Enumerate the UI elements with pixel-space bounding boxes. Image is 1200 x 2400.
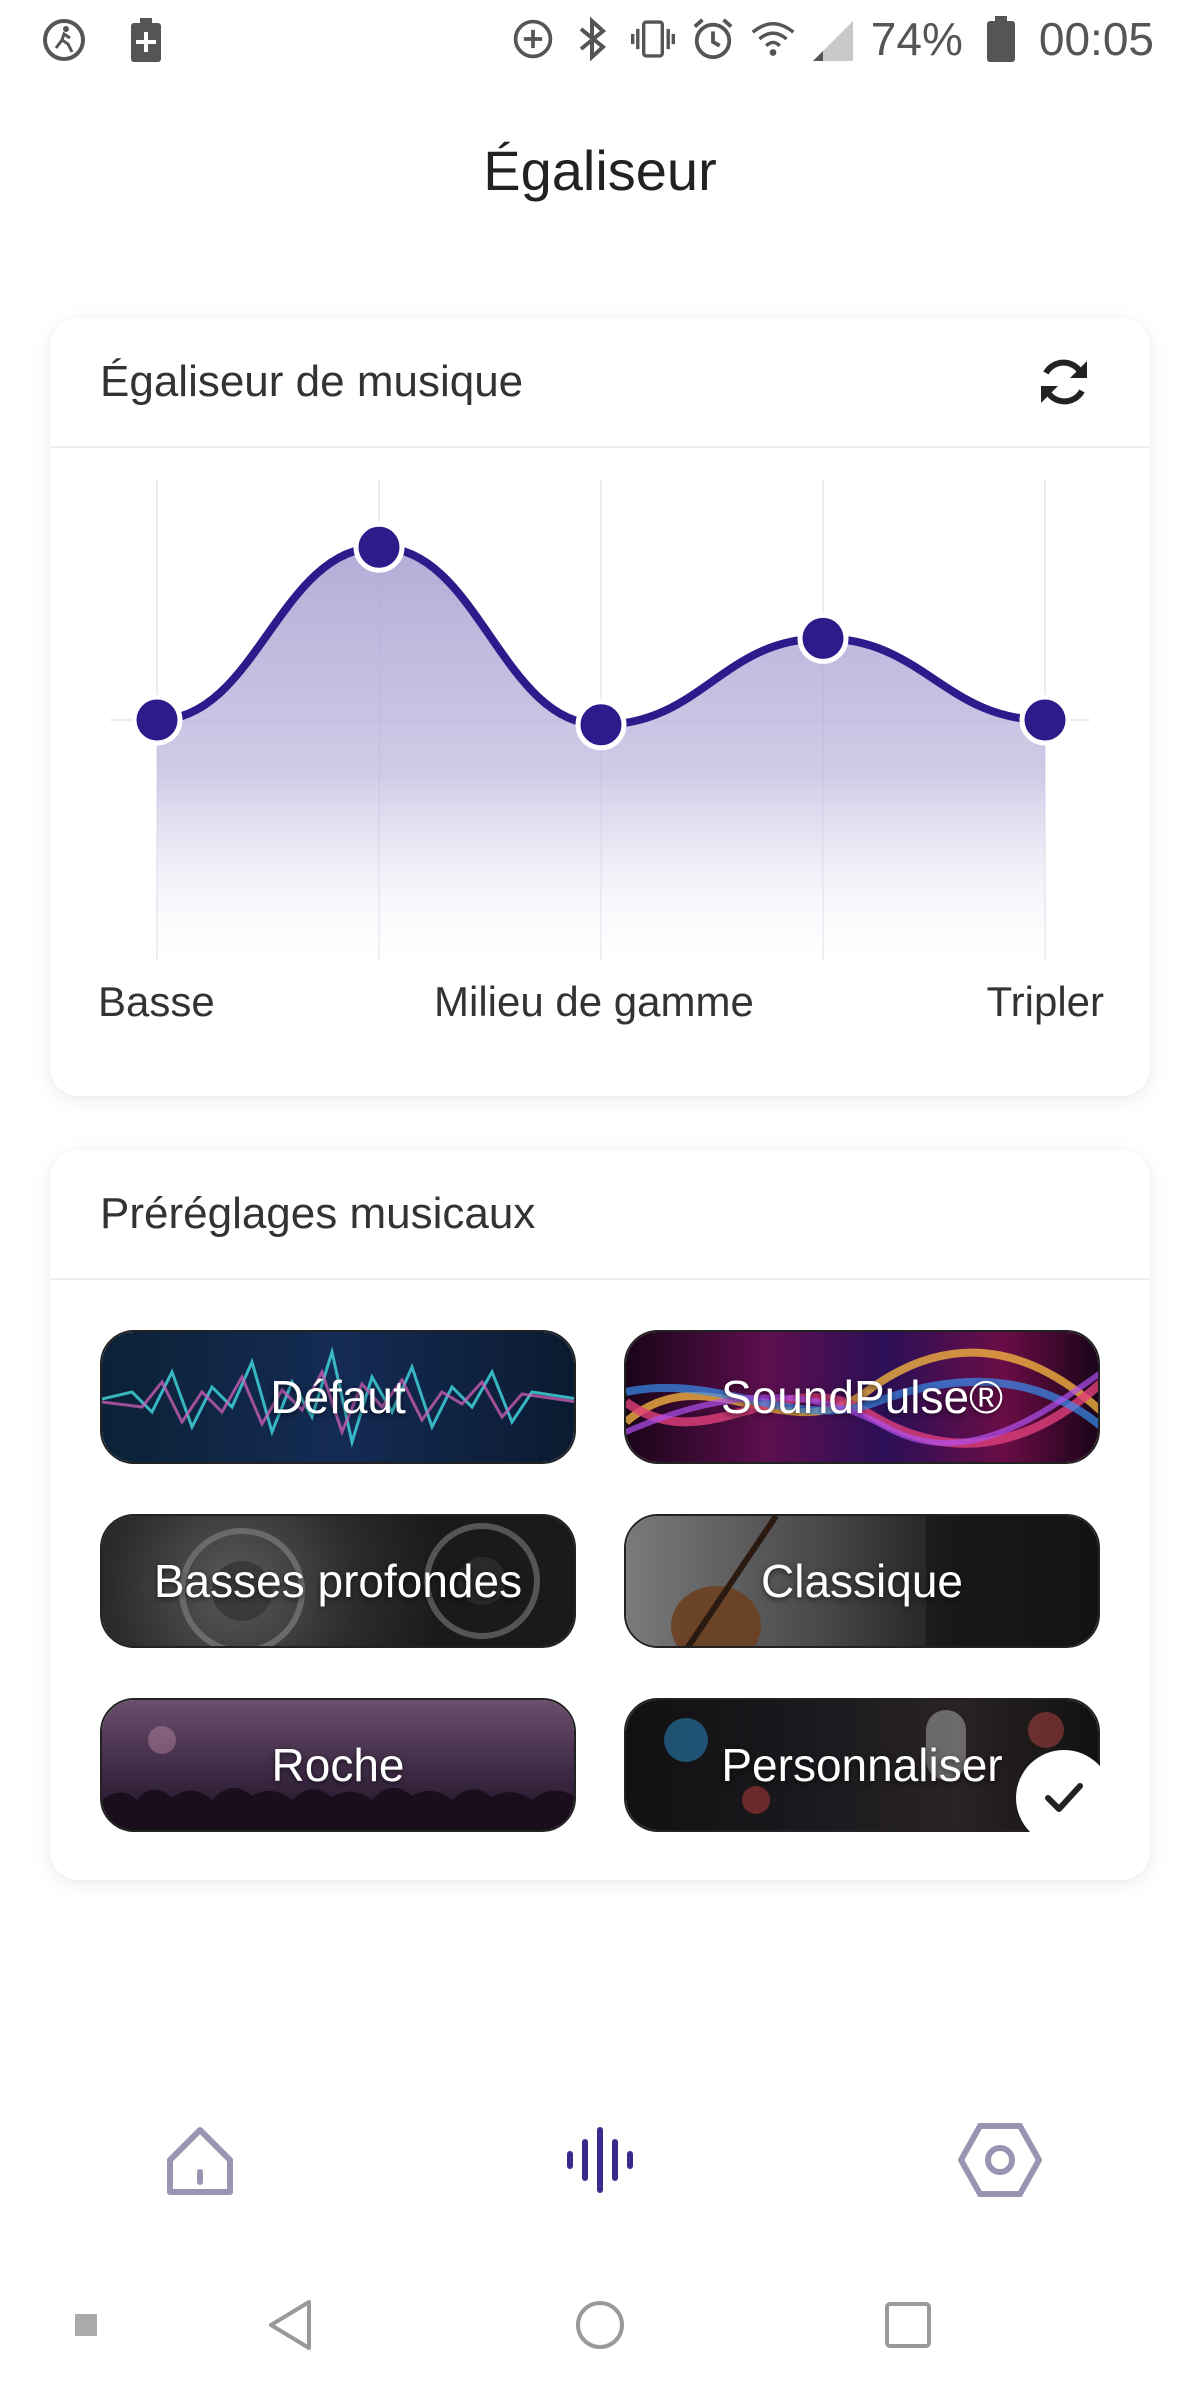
equalizer-card: Égaliseur de musique Basse Milieu de gam… xyxy=(50,318,1150,1096)
refresh-icon xyxy=(1041,359,1087,405)
eq-band-handle-1[interactable] xyxy=(131,694,183,746)
settings-icon xyxy=(958,2123,1042,2197)
status-bar: 74% 00:05 xyxy=(0,0,1200,80)
preset-default-button[interactable]: Défaut xyxy=(100,1330,576,1464)
system-back-button[interactable] xyxy=(250,2290,330,2360)
home-icon xyxy=(167,2127,233,2195)
preset-default-label: Défaut xyxy=(270,1371,406,1423)
nav-settings-button[interactable] xyxy=(940,2100,1060,2220)
nav-equalizer-button[interactable] xyxy=(540,2100,660,2220)
preset-deep-bass-button[interactable]: Basses profondes xyxy=(100,1514,576,1648)
nav-home-button[interactable] xyxy=(140,2100,260,2220)
equalizer-card-header: Égaliseur de musique xyxy=(50,318,1150,448)
system-recents-button[interactable] xyxy=(868,2290,948,2360)
signal-icon xyxy=(811,17,855,61)
bottom-navigation xyxy=(0,2100,1200,2220)
eq-band-handle-2[interactable] xyxy=(353,521,405,573)
system-home-button[interactable] xyxy=(560,2290,640,2360)
preset-classical-label: Classique xyxy=(761,1555,963,1607)
eq-band-handle-3[interactable] xyxy=(575,699,627,751)
clock: 00:05 xyxy=(1038,13,1154,65)
equalizer-title: Égaliseur de musique xyxy=(100,357,524,406)
running-mode-icon xyxy=(42,18,86,62)
label-treble: Tripler xyxy=(986,978,1104,1025)
preset-rock-label: Roche xyxy=(271,1739,405,1791)
preset-rock-button[interactable]: Roche xyxy=(100,1698,576,1832)
preset-soundpulse-label: SoundPulse® xyxy=(721,1371,1003,1423)
home-circle-icon xyxy=(576,2301,624,2349)
presets-card-header: Préréglages musicaux xyxy=(50,1150,1150,1280)
label-mid: Milieu de gamme xyxy=(434,978,754,1025)
bluetooth-icon xyxy=(571,16,615,62)
vibrate-icon xyxy=(630,17,675,61)
equalizer-axis-labels: Basse Milieu de gamme Tripler xyxy=(50,978,1150,1038)
system-navigation-bar xyxy=(0,2270,1200,2380)
battery-percent: 74% xyxy=(870,13,963,65)
alarm-icon xyxy=(691,17,735,61)
equalizer-chart[interactable] xyxy=(50,450,1150,980)
presets-card: Préréglages musicaux Défaut SoundPulse® … xyxy=(50,1150,1150,1880)
preset-soundpulse-button[interactable]: SoundPulse® xyxy=(624,1330,1100,1464)
preset-deep-bass-label: Basses profondes xyxy=(153,1555,523,1607)
reset-button[interactable] xyxy=(1028,346,1100,418)
equalizer-icon xyxy=(567,2127,633,2193)
eq-band-handle-5[interactable] xyxy=(1019,694,1071,746)
label-bass: Basse xyxy=(98,978,215,1025)
battery-saver-icon xyxy=(124,18,168,62)
preset-custom-button[interactable]: Personnaliser xyxy=(624,1698,1112,1846)
page-title: Égaliseur xyxy=(483,139,717,202)
system-pin-indicator xyxy=(46,2290,126,2360)
selected-check-badge xyxy=(1016,1750,1112,1846)
recents-icon xyxy=(885,2302,931,2348)
checkmark-icon xyxy=(1045,1783,1083,1812)
eq-band-handle-4[interactable] xyxy=(797,612,849,664)
battery-icon xyxy=(979,16,1023,62)
data-saver-icon xyxy=(511,17,555,61)
wifi-icon xyxy=(751,17,795,61)
preset-custom-label: Personnaliser xyxy=(721,1739,1003,1791)
preset-classical-button[interactable]: Classique xyxy=(624,1514,1100,1648)
back-icon xyxy=(269,2300,311,2350)
presets-title: Préréglages musicaux xyxy=(100,1189,536,1238)
